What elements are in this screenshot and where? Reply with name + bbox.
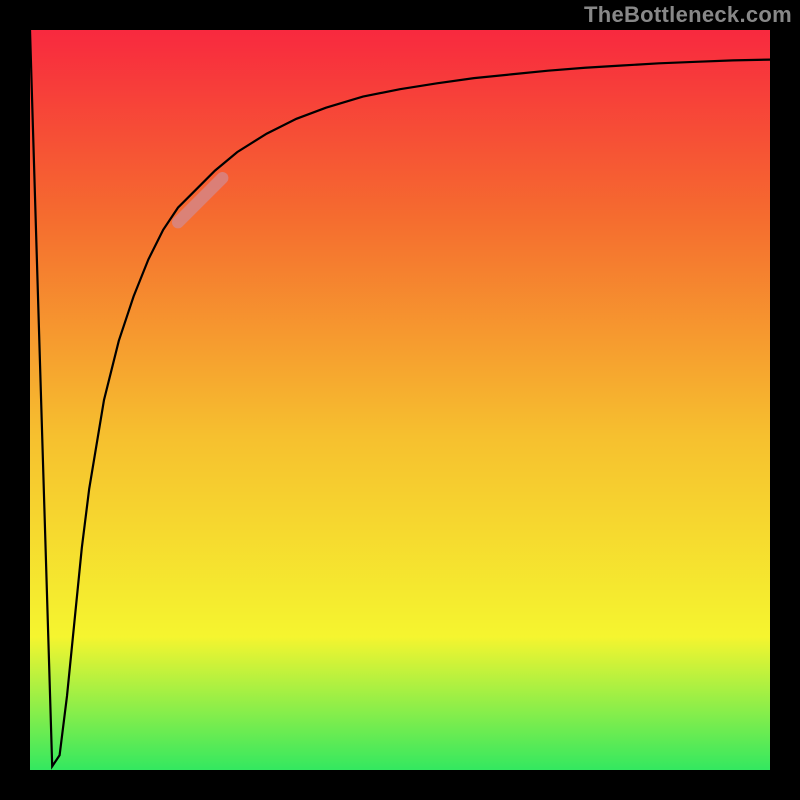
watermark-text: TheBottleneck.com bbox=[584, 2, 792, 28]
chart-svg bbox=[30, 30, 770, 770]
chart-plot-area bbox=[30, 30, 770, 770]
chart-background bbox=[30, 30, 770, 770]
